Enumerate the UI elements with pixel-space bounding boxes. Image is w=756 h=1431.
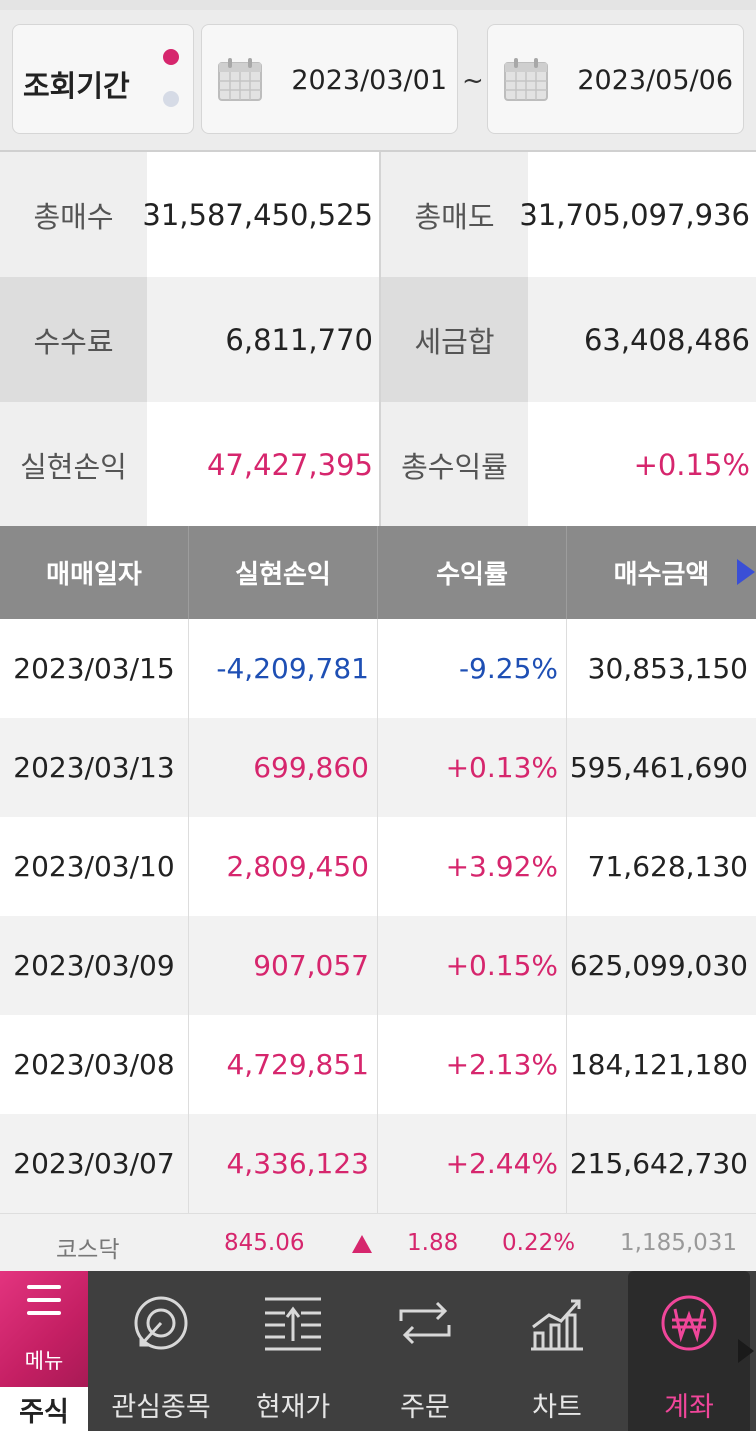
summary-row-costs: 수수료 6,811,770 세금합 63,408,486 [0, 277, 756, 402]
row-buy-amount: 215,642,730 [569, 1147, 748, 1180]
realized-pl-value: 47,427,395 [147, 402, 379, 527]
won-coin-icon [661, 1295, 717, 1351]
ticker-change-rate: 0.22% [502, 1230, 576, 1256]
row-return-rate: +0.13% [378, 718, 567, 817]
menu-button[interactable]: 메뉴 [0, 1271, 88, 1387]
up-arrow-icon [352, 1235, 372, 1253]
price-list-icon [265, 1297, 321, 1351]
nav-item-order[interactable]: 주문 [359, 1271, 491, 1431]
table-row[interactable]: 2023/03/13 699,860 +0.13% 595,461,690 [0, 718, 756, 817]
ticker-index-value: 845.06 [224, 1230, 305, 1256]
summary-row-result: 실현손익 47,427,395 총수익률 +0.15% [0, 402, 756, 527]
row-return-rate: +0.15% [378, 916, 567, 1015]
row-return-rate: -9.25% [378, 619, 567, 718]
column-header-buy-amount[interactable]: 매수금액 [567, 526, 756, 619]
row-realized-pl: 4,336,123 [189, 1114, 378, 1213]
table-row[interactable]: 2023/03/08 4,729,851 +2.13% 184,121,180 [0, 1015, 756, 1114]
date-to-field[interactable]: 2023/05/06 [487, 24, 744, 134]
ticker-market-name: 코스닥 [56, 1237, 120, 1263]
row-date: 2023/03/09 [0, 916, 189, 1015]
row-return-rate: +3.92% [378, 817, 567, 916]
chart-icon [531, 1299, 583, 1351]
summary-divider [379, 152, 381, 528]
column-header-realized-pl[interactable]: 실현손익 [189, 526, 378, 619]
fee-label: 수수료 [0, 277, 147, 402]
row-date: 2023/03/08 [0, 1015, 189, 1114]
nav-item-chart[interactable]: 차트 [491, 1271, 623, 1431]
date-separator: ~ [462, 66, 484, 96]
menu-label: 메뉴 [24, 1349, 64, 1373]
period-indicator-active [163, 49, 179, 65]
nav-label-order: 주문 [400, 1392, 450, 1423]
nav-label-watchlist: 관심종목 [111, 1392, 211, 1423]
row-date: 2023/03/07 [0, 1114, 189, 1213]
row-date: 2023/03/13 [0, 718, 189, 817]
row-return-rate: +2.13% [378, 1015, 567, 1114]
row-buy-amount: 595,461,690 [569, 751, 748, 784]
table-header: 매매일자 실현손익 수익률 매수금액 [0, 526, 756, 619]
trade-table: 2023/03/15 -4,209,781 -9.25% 30,853,150 … [0, 619, 756, 1213]
row-realized-pl: -4,209,781 [189, 619, 378, 718]
row-buy-amount: 184,121,180 [569, 1048, 748, 1081]
nav-item-watchlist[interactable]: 관심종목 [95, 1271, 227, 1431]
scroll-right-icon[interactable] [737, 559, 755, 585]
total-sell-value: 31,705,097,936 [519, 152, 756, 277]
target-icon [134, 1296, 188, 1350]
date-to-text: 2023/05/06 [577, 65, 733, 96]
period-label: 조회기간 [23, 69, 130, 103]
total-buy-value: 31,587,450,525 [142, 152, 379, 277]
hamburger-icon [27, 1285, 61, 1324]
table-row[interactable]: 2023/03/10 2,809,450 +3.92% 71,628,130 [0, 817, 756, 916]
date-from-text: 2023/03/01 [291, 65, 447, 96]
realized-pl-label: 실현손익 [0, 402, 147, 527]
row-buy-amount: 30,853,150 [587, 652, 748, 685]
bottom-nav: 메뉴 주식 관심종목 현재가 주문 차트 계좌 [0, 1271, 756, 1431]
total-sell-label: 총매도 [381, 152, 528, 277]
nav-item-account[interactable]: 계좌 [628, 1271, 750, 1431]
tax-label: 세금합 [381, 277, 528, 402]
row-buy-amount: 625,099,030 [569, 949, 748, 982]
ticker-change: 1.88 [407, 1230, 459, 1256]
summary-panel: 총매수 31,587,450,525 총매도 31,705,097,936 수수… [0, 150, 756, 528]
exchange-arrows-icon [399, 1301, 451, 1345]
fee-value: 6,811,770 [147, 277, 379, 402]
market-ticker[interactable]: 코스닥 845.06 1.88 0.22% 1,185,031 [0, 1213, 756, 1271]
total-return-value: +0.15% [528, 402, 756, 527]
row-buy-amount: 71,628,130 [587, 850, 748, 883]
column-header-date[interactable]: 매매일자 [0, 526, 189, 619]
row-realized-pl: 2,809,450 [189, 817, 378, 916]
table-row[interactable]: 2023/03/15 -4,209,781 -9.25% 30,853,150 [0, 619, 756, 718]
row-date: 2023/03/10 [0, 817, 189, 916]
nav-label-account: 계좌 [664, 1392, 714, 1423]
nav-more-icon[interactable] [738, 1339, 754, 1363]
date-from-field[interactable]: 2023/03/01 [201, 24, 458, 134]
row-return-rate: +2.44% [378, 1114, 567, 1213]
period-indicator-inactive [163, 91, 179, 107]
calendar-icon [218, 58, 262, 101]
row-realized-pl: 4,729,851 [189, 1015, 378, 1114]
period-select-button[interactable]: 조회기간 [12, 24, 194, 134]
stock-tab[interactable]: 주식 [0, 1387, 88, 1431]
calendar-icon [504, 58, 548, 101]
total-return-label: 총수익률 [381, 402, 528, 527]
ticker-volume: 1,185,031 [620, 1230, 738, 1256]
row-date: 2023/03/15 [0, 619, 189, 718]
nav-label-chart: 차트 [532, 1392, 582, 1423]
nav-label-current-price: 현재가 [255, 1392, 331, 1423]
filter-bar: 조회기간 2023/03/01 ~ 2023/05/06 [0, 0, 756, 150]
table-row[interactable]: 2023/03/07 4,336,123 +2.44% 215,642,730 [0, 1114, 756, 1213]
tax-value: 63,408,486 [528, 277, 756, 402]
nav-item-current-price[interactable]: 현재가 [227, 1271, 359, 1431]
row-realized-pl: 699,860 [189, 718, 378, 817]
row-realized-pl: 907,057 [189, 916, 378, 1015]
table-row[interactable]: 2023/03/09 907,057 +0.15% 625,099,030 [0, 916, 756, 1015]
summary-row-trades: 총매수 31,587,450,525 총매도 31,705,097,936 [0, 152, 756, 277]
total-buy-label: 총매수 [0, 152, 147, 277]
column-header-return-rate[interactable]: 수익률 [378, 526, 567, 619]
